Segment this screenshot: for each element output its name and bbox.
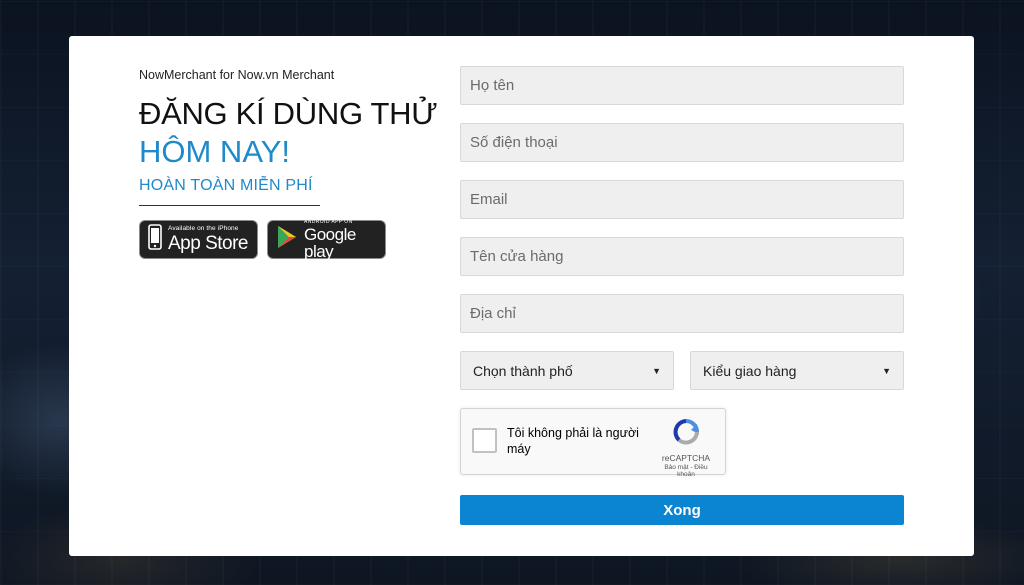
city-select-value: Chọn thành phố bbox=[473, 362, 573, 379]
recaptcha-widget: Tôi không phải là người máy reCAPTCHA Bả… bbox=[460, 408, 726, 478]
submit-button[interactable]: Xong bbox=[460, 495, 904, 525]
recaptcha-logo: reCAPTCHA Bảo mật - Điều khoản bbox=[657, 418, 715, 478]
google-play-small-text: ANDROID APP ON bbox=[304, 218, 353, 225]
phone-input[interactable] bbox=[470, 134, 894, 151]
city-select[interactable]: Chọn thành phố ▼ bbox=[460, 351, 674, 390]
email-input[interactable] bbox=[470, 191, 894, 208]
app-store-small-text: Available on the iPhone bbox=[168, 225, 239, 233]
google-play-icon bbox=[276, 225, 298, 254]
recaptcha-brand: reCAPTCHA bbox=[661, 453, 711, 463]
headline-highlight: HÔM NAY! bbox=[139, 134, 290, 169]
signup-card: NowMerchant for Now.vn Merchant ĐĂNG KÍ … bbox=[69, 36, 974, 556]
subheadline: HOÀN TOÀN MIỄN PHÍ bbox=[139, 177, 313, 194]
name-input[interactable] bbox=[470, 77, 894, 94]
google-play-badge[interactable]: ANDROID APP ON Google play bbox=[267, 218, 386, 261]
phone-field-wrapper bbox=[460, 123, 904, 162]
store-badges: Available on the iPhone App Store ANDROI… bbox=[139, 218, 449, 261]
caret-down-icon: ▼ bbox=[882, 365, 891, 376]
delivery-select-value: Kiểu giao hàng bbox=[703, 362, 797, 379]
signup-form: Chọn thành phố ▼ Kiểu giao hàng ▼ Tôi kh… bbox=[460, 66, 904, 525]
email-field-wrapper bbox=[460, 180, 904, 219]
headline: ĐĂNG KÍ DÙNG THỬ bbox=[139, 96, 438, 131]
select-row: Chọn thành phố ▼ Kiểu giao hàng ▼ bbox=[460, 351, 904, 390]
address-field-wrapper bbox=[460, 294, 904, 333]
recaptcha-icon bbox=[671, 419, 701, 450]
iphone-icon bbox=[148, 224, 162, 255]
recaptcha-label: Tôi không phải là người máy bbox=[507, 426, 639, 456]
app-store-badge[interactable]: Available on the iPhone App Store bbox=[139, 220, 258, 259]
recaptcha-links[interactable]: Bảo mật - Điều khoản bbox=[657, 464, 715, 478]
store-name-input[interactable] bbox=[470, 248, 894, 265]
caret-down-icon: ▼ bbox=[652, 365, 661, 376]
delivery-type-select[interactable]: Kiểu giao hàng ▼ bbox=[690, 351, 904, 390]
google-play-text: Google play bbox=[304, 224, 356, 261]
store-name-field-wrapper bbox=[460, 237, 904, 276]
address-input[interactable] bbox=[470, 305, 894, 322]
recaptcha-checkbox[interactable] bbox=[472, 428, 497, 453]
divider bbox=[139, 205, 320, 206]
promo-panel: NowMerchant for Now.vn Merchant ĐĂNG KÍ … bbox=[139, 68, 449, 261]
name-field-wrapper bbox=[460, 66, 904, 105]
app-store-text: App Store bbox=[168, 232, 249, 254]
brand-text: NowMerchant for Now.vn Merchant bbox=[139, 68, 335, 82]
